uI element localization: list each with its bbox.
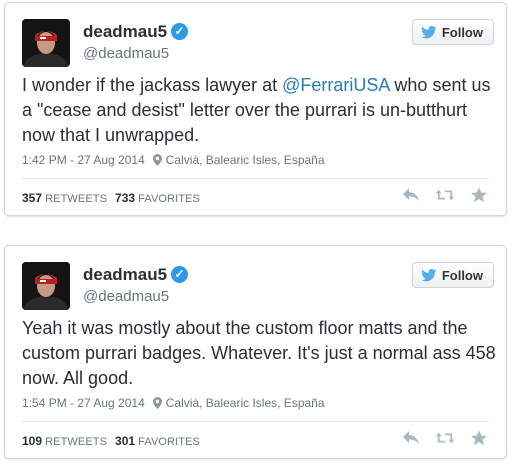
- retweet-count-label: RETWEETS: [45, 193, 108, 205]
- tweet-stats: 109 RETWEETS 301 FAVORITES: [22, 434, 200, 448]
- timestamp[interactable]: 1:42 PM - 27 Aug 2014: [22, 153, 145, 167]
- favorite-count[interactable]: 733 FAVORITES: [115, 191, 200, 205]
- follow-button[interactable]: Follow: [411, 19, 494, 45]
- location-pin-icon: [152, 154, 162, 166]
- verified-badge-icon: ✓: [171, 23, 188, 40]
- follow-label: Follow: [441, 24, 483, 40]
- tweet-text: I wonder if the jackass lawyer at @Ferra…: [22, 73, 497, 148]
- divider: [22, 178, 489, 179]
- timestamp[interactable]: 1:54 PM - 27 Aug 2014: [22, 396, 145, 410]
- avatar[interactable]: [22, 19, 70, 67]
- retweet-count-value: 357: [22, 191, 43, 205]
- favorite-count-label: FAVORITES: [138, 193, 200, 205]
- tweet-text-before: I wonder if the jackass lawyer at: [22, 75, 283, 95]
- retweet-icon[interactable]: [436, 430, 454, 446]
- tweet-text-before: Yeah it was mostly about the custom floo…: [22, 318, 496, 388]
- tweet-actions: [402, 430, 488, 446]
- twitter-bird-icon: [421, 268, 437, 281]
- favorite-star-icon[interactable]: [470, 187, 488, 203]
- twitter-bird-icon: [421, 25, 437, 38]
- avatar[interactable]: [22, 262, 70, 310]
- location[interactable]: Calvià, Balearic Isles, España: [166, 396, 325, 410]
- display-name[interactable]: deadmau5: [83, 22, 167, 42]
- location-pin-icon: [152, 397, 162, 409]
- verified-badge-icon: ✓: [171, 266, 188, 283]
- favorite-star-icon[interactable]: [470, 430, 488, 446]
- follow-button[interactable]: Follow: [411, 262, 494, 288]
- follow-label: Follow: [441, 267, 483, 283]
- retweet-count-label: RETWEETS: [45, 436, 108, 448]
- handle[interactable]: @deadmau5: [83, 288, 169, 305]
- divider: [22, 421, 489, 422]
- mention-link[interactable]: @FerrariUSA: [282, 75, 389, 95]
- location[interactable]: Calvià, Balearic Isles, España: [166, 153, 325, 167]
- display-name[interactable]: deadmau5: [83, 265, 167, 285]
- tweet-card: deadmau5 ✓ @deadmau5 Follow Yeah it was …: [4, 245, 507, 459]
- handle[interactable]: @deadmau5: [83, 45, 169, 62]
- favorite-count-label: FAVORITES: [138, 436, 200, 448]
- tweet-card: deadmau5 ✓ @deadmau5 Follow I wonder if …: [4, 2, 507, 216]
- reply-icon[interactable]: [402, 187, 420, 203]
- tweet-stats: 357 RETWEETS 733 FAVORITES: [22, 191, 200, 205]
- tweet-actions: [402, 187, 488, 203]
- retweet-count-value: 109: [22, 434, 43, 448]
- tweet-text: Yeah it was mostly about the custom floo…: [22, 316, 497, 391]
- favorite-count-value: 301: [115, 434, 136, 448]
- retweet-icon[interactable]: [436, 187, 454, 203]
- favorite-count[interactable]: 301 FAVORITES: [115, 434, 200, 448]
- retweet-count[interactable]: 109 RETWEETS: [22, 434, 107, 448]
- reply-icon[interactable]: [402, 430, 420, 446]
- retweet-count[interactable]: 357 RETWEETS: [22, 191, 107, 205]
- tweet-meta: 1:42 PM - 27 Aug 2014 Calvià, Balearic I…: [22, 153, 325, 167]
- tweet-meta: 1:54 PM - 27 Aug 2014 Calvià, Balearic I…: [22, 396, 325, 410]
- favorite-count-value: 733: [115, 191, 136, 205]
